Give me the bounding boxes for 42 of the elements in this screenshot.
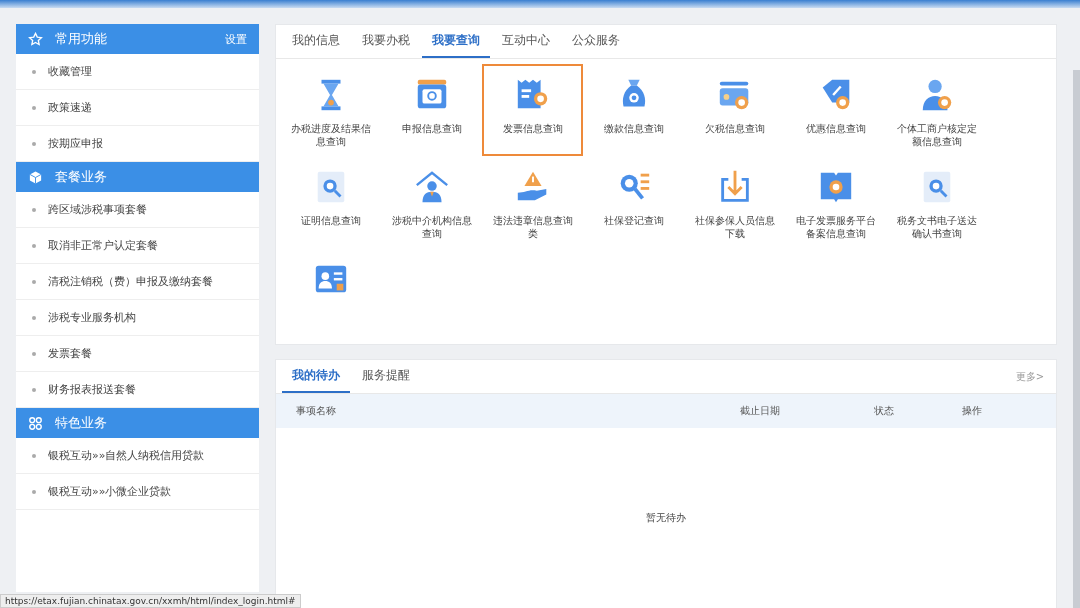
- sidebar-item[interactable]: 政策速递: [16, 90, 259, 126]
- sidebar-item[interactable]: 跨区域涉税事项套餐: [16, 192, 259, 228]
- section-title: 常用功能: [55, 30, 108, 48]
- grid-icon: [28, 415, 43, 431]
- status-url: https://etax.fujian.chinatax.gov.cn/xxmh/html/index_login.html#: [0, 594, 301, 608]
- service-tile[interactable]: 个体工商户核定定额信息查询: [886, 64, 987, 156]
- nav-tab[interactable]: 我要办税: [352, 25, 420, 58]
- sidebar-item[interactable]: 发票套餐: [16, 336, 259, 372]
- service-tile[interactable]: 缴款信息查询: [583, 64, 684, 156]
- scrollbar[interactable]: [1073, 70, 1080, 608]
- nav-tab[interactable]: 公众服务: [562, 25, 630, 58]
- nav-tab[interactable]: 我要查询: [422, 25, 490, 58]
- todo-tab[interactable]: 服务提醒: [352, 360, 420, 393]
- column-header: 操作: [962, 404, 982, 418]
- column-header: 状态: [874, 404, 895, 418]
- service-tile[interactable]: 发票信息查询: [482, 64, 583, 156]
- sidebar-item[interactable]: 银税互动»»小微企业贷款: [16, 474, 259, 510]
- service-tile[interactable]: 办税进度及结果信息查询: [280, 64, 381, 156]
- section-title: 特色业务: [55, 414, 108, 432]
- column-header: 截止日期: [740, 404, 781, 418]
- nav-tab[interactable]: 互动中心: [492, 25, 560, 58]
- sidebar-item[interactable]: 涉税专业服务机构: [16, 300, 259, 336]
- service-tile[interactable]: 涉税中介机构信息查询: [381, 156, 482, 248]
- service-tile[interactable]: 电子发票服务平台备案信息查询: [785, 156, 886, 248]
- service-tile[interactable]: 社保参保人员信息下载: [684, 156, 785, 248]
- cube-icon: [28, 169, 43, 185]
- star-icon: [28, 31, 43, 47]
- service-tile[interactable]: 违法违章信息查询类: [482, 156, 583, 248]
- service-tile[interactable]: 欠税信息查询: [684, 64, 785, 156]
- service-tile[interactable]: 证明信息查询: [280, 156, 381, 248]
- service-tile[interactable]: 社保登记查询: [583, 156, 684, 248]
- service-tile[interactable]: 优惠信息查询: [785, 64, 886, 156]
- sidebar-item[interactable]: 取消非正常户认定套餐: [16, 228, 259, 264]
- sidebar-item[interactable]: 收藏管理: [16, 54, 259, 90]
- service-tile[interactable]: 申报信息查询: [381, 64, 482, 156]
- sidebar-item[interactable]: 清税注销税（费）申报及缴纳套餐: [16, 264, 259, 300]
- service-tile[interactable]: 税务文书电子送达确认书查询: [886, 156, 987, 248]
- sidebar-item[interactable]: 银税互动»»自然人纳税信用贷款: [16, 438, 259, 474]
- empty-message: 暂无待办: [646, 511, 686, 525]
- nav-tab[interactable]: 我的信息: [282, 25, 350, 58]
- column-header: 事项名称: [296, 404, 337, 418]
- section-title: 套餐业务: [55, 168, 108, 186]
